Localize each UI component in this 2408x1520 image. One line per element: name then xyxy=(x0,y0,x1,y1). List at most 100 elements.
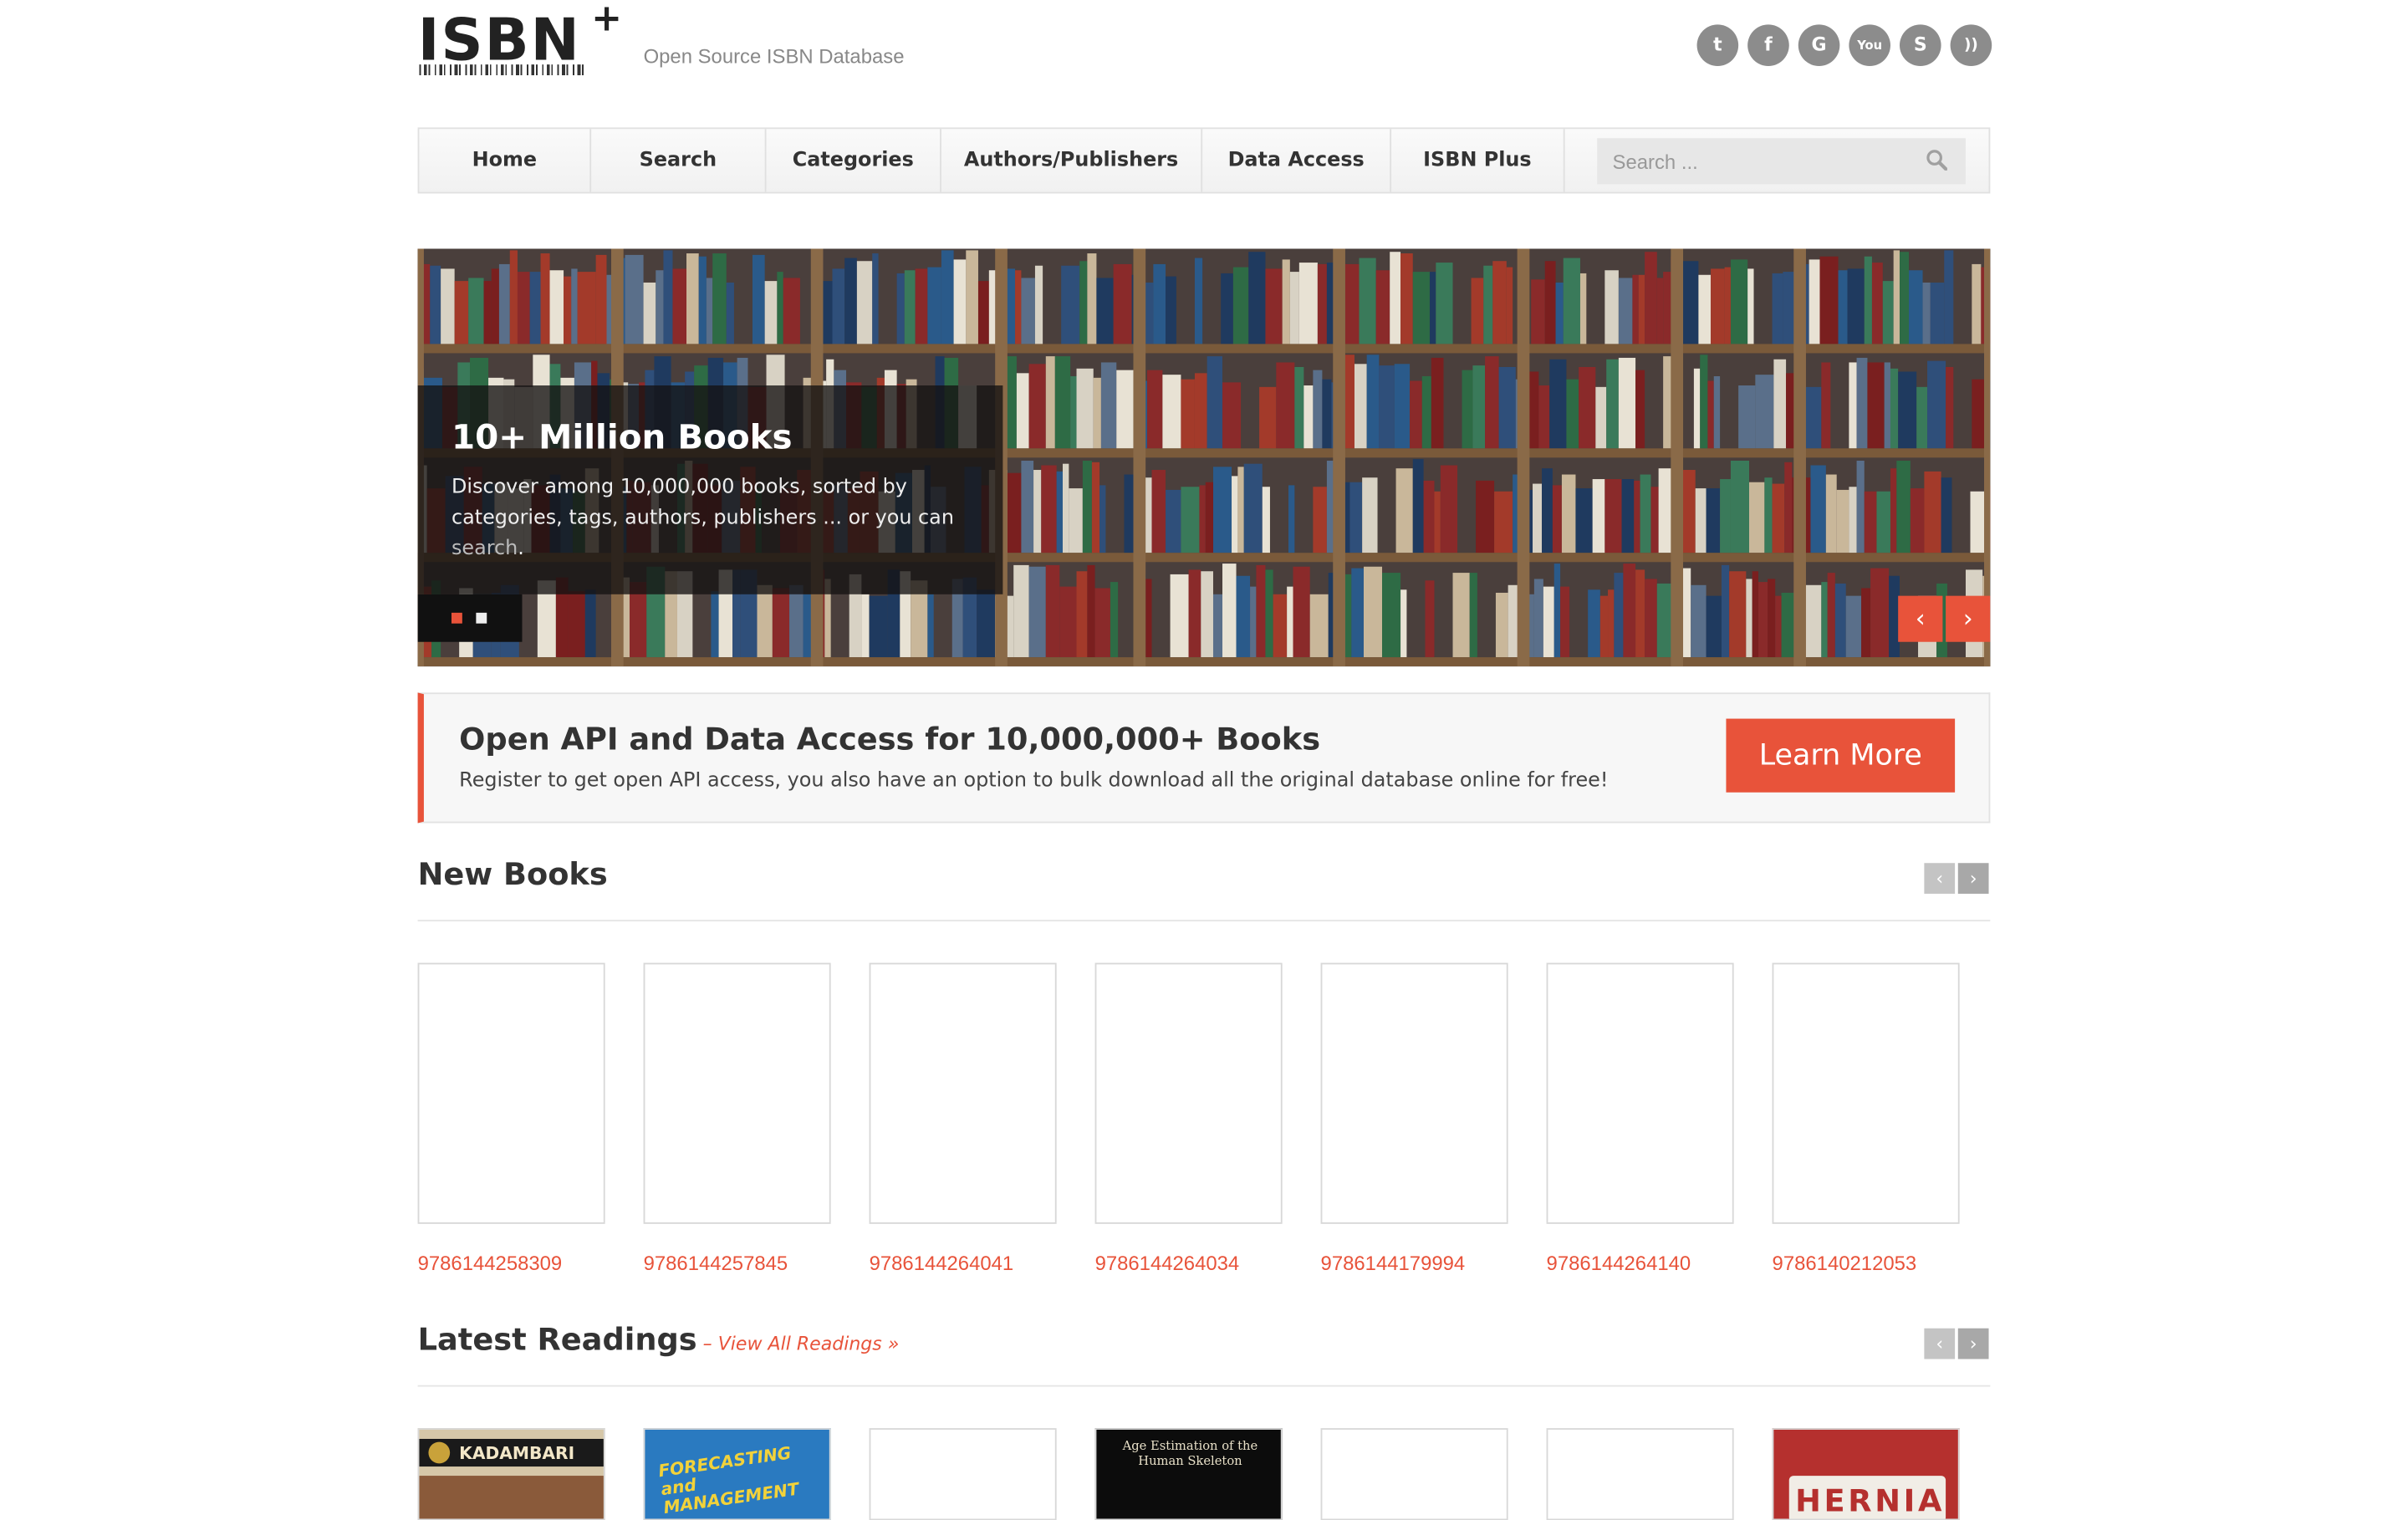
book-isbn-link[interactable]: 9786144179994 xyxy=(1321,1252,1466,1275)
reading-cover-2[interactable]: FORECASTING and MANAGEMENT xyxy=(643,1428,831,1520)
book-cover-1[interactable] xyxy=(417,962,605,1224)
shelf-book xyxy=(1313,370,1323,449)
slide-dot-1[interactable] xyxy=(451,612,462,624)
book-isbn-link[interactable]: 9786144264034 xyxy=(1095,1252,1240,1275)
slide-search-link[interactable]: search xyxy=(452,538,518,561)
google-icon[interactable]: G xyxy=(1798,24,1840,66)
shelf-book xyxy=(1188,569,1201,658)
shelf-post xyxy=(1671,248,1684,667)
shelf-book xyxy=(1199,485,1206,553)
shelf-book xyxy=(1663,272,1671,344)
search-input[interactable] xyxy=(1597,138,1905,185)
new-books-next-button[interactable]: › xyxy=(1957,863,1989,894)
reading-cover-4[interactable]: Age Estimation of the Human Skeleton xyxy=(1094,1428,1283,1520)
reading-cover-7[interactable]: HERNIA xyxy=(1772,1428,1960,1520)
facebook-icon[interactable]: f xyxy=(1747,24,1789,66)
shelf-book xyxy=(1087,564,1095,658)
shelf-book xyxy=(1259,386,1277,449)
book-isbn-link[interactable]: 9786144264041 xyxy=(870,1252,1014,1275)
shelf-book xyxy=(856,261,873,344)
shelf-book xyxy=(1561,474,1576,553)
shelf-book xyxy=(1724,267,1731,344)
shelf-book xyxy=(1294,366,1304,449)
new-books-prev-button[interactable]: ‹ xyxy=(1924,863,1956,894)
shelf-book xyxy=(1588,589,1600,658)
shelf-book xyxy=(1890,368,1899,449)
latest-next-button[interactable]: › xyxy=(1957,1328,1989,1359)
shelf-book xyxy=(1309,594,1329,658)
nav-authors-publishers[interactable]: Authors/Publishers xyxy=(941,129,1203,192)
shelf-book xyxy=(1893,250,1900,344)
shelf-book xyxy=(1359,258,1376,344)
shelf-book xyxy=(1910,488,1925,553)
book-cover-3[interactable] xyxy=(869,962,1057,1224)
skype-icon[interactable]: S xyxy=(1899,24,1941,66)
shelf-book xyxy=(1711,268,1725,344)
shelf-book xyxy=(1421,375,1431,449)
shelf-book xyxy=(977,589,996,658)
shelf-book xyxy=(1194,258,1203,344)
shelf-book xyxy=(1506,267,1513,344)
book-cover-5[interactable] xyxy=(1320,962,1508,1224)
nav-search[interactable]: Search xyxy=(591,129,767,192)
shelf-book xyxy=(1492,261,1507,344)
rss-icon[interactable]: )) xyxy=(1950,24,1992,66)
latest-prev-button[interactable]: ‹ xyxy=(1924,1328,1956,1359)
nav-home[interactable]: Home xyxy=(419,129,592,192)
reading-cover-1[interactable]: KADAMBARI xyxy=(417,1428,605,1520)
shelf-book xyxy=(1288,485,1295,553)
shelf-book xyxy=(1827,573,1835,658)
book-cover-2[interactable] xyxy=(643,962,831,1224)
shelf-book xyxy=(1632,274,1639,344)
view-all-readings-link[interactable]: View All Readings » xyxy=(718,1333,900,1354)
book-cover-6[interactable] xyxy=(1546,962,1734,1224)
shelf-book xyxy=(1362,477,1378,553)
slider-prev-button[interactable]: ‹ xyxy=(1898,595,1943,642)
nav-isbn-plus[interactable]: ISBN Plus xyxy=(1391,129,1565,192)
shelf-book xyxy=(643,282,656,344)
shelf-book xyxy=(549,270,564,344)
nav-data-access[interactable]: Data Access xyxy=(1202,129,1392,192)
shelf-book xyxy=(483,281,492,344)
shelf-book xyxy=(1070,375,1077,449)
shelf-book xyxy=(1693,368,1701,449)
reading-cover-6[interactable] xyxy=(1546,1428,1734,1520)
slide-dot-2[interactable] xyxy=(476,612,487,624)
shelf-book xyxy=(1093,377,1101,449)
shelf-book xyxy=(1344,354,1354,449)
shelf-book xyxy=(1592,479,1605,553)
shelf-book xyxy=(1222,564,1237,658)
site-logo[interactable]: ISBN + xyxy=(418,0,622,79)
book-cover-7[interactable] xyxy=(1772,962,1960,1224)
shelf-book xyxy=(498,263,510,344)
book-cover-4[interactable] xyxy=(1094,962,1283,1224)
shelf-book xyxy=(1924,471,1941,553)
twitter-icon[interactable]: t xyxy=(1696,24,1739,66)
book-isbn-link[interactable]: 9786144264140 xyxy=(1547,1252,1691,1275)
shelf-book xyxy=(1096,278,1114,344)
nav-categories[interactable]: Categories xyxy=(767,129,941,192)
shelf-book xyxy=(1205,482,1213,553)
shelf-book xyxy=(1423,480,1435,553)
shelf-book xyxy=(1871,263,1883,344)
shelf-book xyxy=(1494,491,1513,553)
shelf-book xyxy=(789,584,804,658)
shelf-book xyxy=(1720,479,1731,553)
slider-next-button[interactable]: › xyxy=(1946,595,1991,642)
shelf-book xyxy=(1927,360,1946,449)
book-isbn-link[interactable]: 9786144257845 xyxy=(644,1252,788,1275)
youtube-icon[interactable]: You xyxy=(1849,24,1890,66)
reading-cover-5[interactable] xyxy=(1320,1428,1508,1520)
learn-more-button[interactable]: Learn More xyxy=(1726,718,1956,793)
shelf-book xyxy=(698,256,707,344)
shelf-book xyxy=(1390,252,1401,344)
book-isbn-link[interactable]: 9786140212053 xyxy=(1773,1252,1917,1275)
shelf-book xyxy=(1366,354,1380,449)
reading-cover-3[interactable] xyxy=(869,1428,1057,1520)
shelf-book xyxy=(1772,483,1785,553)
shelf-book xyxy=(1382,573,1401,658)
shelf-book xyxy=(1153,263,1166,344)
book-isbn-link[interactable]: 9786144258309 xyxy=(418,1252,563,1275)
search-icon[interactable] xyxy=(1926,149,1947,171)
shelf-book xyxy=(1028,566,1046,658)
